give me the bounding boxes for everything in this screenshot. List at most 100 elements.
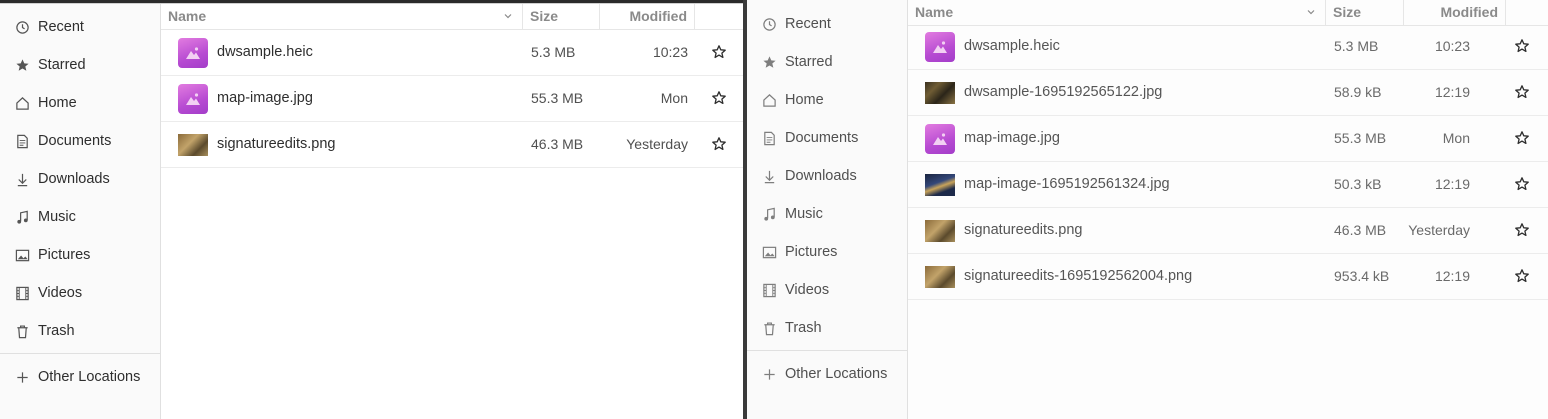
plus-icon bbox=[761, 366, 777, 382]
star-outline-icon[interactable] bbox=[1514, 130, 1530, 146]
star-outline-icon[interactable] bbox=[711, 136, 727, 152]
sidebar-item-label: Pictures bbox=[785, 244, 838, 260]
sidebar-item-home[interactable]: Home bbox=[0, 88, 160, 118]
download-icon bbox=[761, 168, 777, 184]
sidebar-item-label: Documents bbox=[38, 133, 112, 149]
sidebar-item-trash[interactable]: Trash bbox=[747, 313, 907, 343]
sidebar-item-label: Downloads bbox=[785, 168, 857, 184]
sidebar-item-label: Downloads bbox=[38, 171, 110, 187]
star-outline-icon[interactable] bbox=[1514, 222, 1530, 238]
star-outline-icon[interactable] bbox=[711, 44, 727, 60]
sidebar-item-music[interactable]: Music bbox=[747, 199, 907, 229]
sidebar-item-starred[interactable]: Starred bbox=[747, 47, 907, 77]
star-outline-icon[interactable] bbox=[1514, 176, 1530, 192]
star-outline-icon[interactable] bbox=[711, 90, 727, 106]
sidebar-item-label: Videos bbox=[38, 285, 83, 301]
column-size-header[interactable]: Size bbox=[523, 4, 600, 30]
home-icon bbox=[761, 92, 777, 108]
column-modified-header[interactable]: Modified bbox=[600, 4, 695, 30]
file-row[interactable]: signatureedits.png 46.3 MB Yesterday bbox=[908, 208, 1548, 254]
sidebar-item-other-locations[interactable]: Other Locations bbox=[0, 362, 160, 392]
image-thumbnail bbox=[925, 220, 955, 242]
picture-icon bbox=[761, 244, 777, 260]
sidebar: Recent Starred Home Documents Downloads … bbox=[0, 4, 161, 419]
file-name: map-image.jpg bbox=[217, 90, 313, 106]
download-icon bbox=[14, 171, 30, 187]
sidebar-item-documents[interactable]: Documents bbox=[747, 123, 907, 153]
file-row[interactable]: dwsample-1695192565122.jpg 58.9 kB 12:19 bbox=[908, 70, 1548, 116]
sidebar-item-other-locations[interactable]: Other Locations bbox=[747, 359, 907, 389]
star-filled-icon bbox=[761, 54, 777, 70]
sidebar-item-videos[interactable]: Videos bbox=[0, 278, 160, 308]
column-size-label: Size bbox=[530, 8, 559, 24]
file-size: 55.3 MB bbox=[531, 90, 584, 106]
column-modified-label: Modified bbox=[629, 8, 687, 24]
trash-icon bbox=[14, 323, 30, 339]
sidebar-item-pictures[interactable]: Pictures bbox=[0, 240, 160, 270]
file-list: Name Size Modified dwsample.heic 5.3 MB 10… bbox=[908, 0, 1548, 419]
trash-icon bbox=[761, 320, 777, 336]
sidebar-item-label: Recent bbox=[785, 16, 831, 32]
column-size-label: Size bbox=[1333, 4, 1362, 20]
sidebar-item-label: Other Locations bbox=[785, 366, 888, 382]
sidebar-item-trash[interactable]: Trash bbox=[0, 316, 160, 346]
file-manager-window-right: Recent Starred Home Documents Downloads … bbox=[747, 0, 1548, 419]
sidebar-item-recent[interactable]: Recent bbox=[0, 12, 160, 42]
image-file-icon bbox=[178, 38, 208, 68]
column-modified-header[interactable]: Modified bbox=[1404, 0, 1506, 26]
file-name: dwsample-1695192565122.jpg bbox=[964, 84, 1163, 100]
image-thumbnail bbox=[925, 82, 955, 104]
sidebar-item-label: Home bbox=[785, 92, 824, 108]
file-row[interactable]: signatureedits.png 46.3 MB Yesterday bbox=[161, 122, 743, 168]
sidebar-item-label: Trash bbox=[785, 320, 822, 336]
column-name-label: Name bbox=[168, 8, 207, 24]
document-icon bbox=[761, 130, 777, 146]
sidebar-item-label: Home bbox=[38, 95, 77, 111]
column-name-header[interactable]: Name bbox=[908, 0, 1326, 26]
sidebar-separator bbox=[0, 353, 160, 354]
file-row[interactable]: dwsample.heic 5.3 MB 10:23 bbox=[161, 30, 743, 76]
sidebar-item-downloads[interactable]: Downloads bbox=[747, 161, 907, 191]
file-size: 46.3 MB bbox=[1334, 222, 1387, 238]
file-size: 46.3 MB bbox=[531, 136, 584, 152]
column-size-header[interactable]: Size bbox=[1326, 0, 1404, 26]
music-icon bbox=[14, 209, 30, 225]
file-row[interactable]: signatureedits-1695192562004.png 953.4 kB… bbox=[908, 254, 1548, 300]
sidebar-item-starred[interactable]: Starred bbox=[0, 50, 160, 80]
document-icon bbox=[14, 133, 30, 149]
sidebar-item-recent[interactable]: Recent bbox=[747, 9, 907, 39]
sidebar-item-label: Starred bbox=[785, 54, 833, 70]
file-size: 953.4 kB bbox=[1334, 268, 1390, 284]
file-name: dwsample.heic bbox=[217, 44, 313, 60]
file-name: dwsample.heic bbox=[964, 38, 1060, 54]
star-outline-icon[interactable] bbox=[1514, 84, 1530, 100]
file-row[interactable]: dwsample.heic 5.3 MB 10:23 bbox=[908, 24, 1548, 70]
picture-icon bbox=[14, 247, 30, 263]
file-row[interactable]: map-image.jpg 55.3 MB Mon bbox=[908, 116, 1548, 162]
file-size: 55.3 MB bbox=[1334, 130, 1387, 146]
star-outline-icon[interactable] bbox=[1514, 268, 1530, 284]
file-list: Name Size Modified dwsample.heic 5.3 MB 10… bbox=[161, 4, 743, 419]
sidebar-item-label: Music bbox=[785, 206, 823, 222]
video-icon bbox=[14, 285, 30, 301]
file-manager-window-left: Recent Starred Home Documents Downloads … bbox=[0, 3, 743, 419]
sidebar-item-videos[interactable]: Videos bbox=[747, 275, 907, 305]
sidebar-item-label: Pictures bbox=[38, 247, 91, 263]
file-name: map-image-1695192561324.jpg bbox=[964, 176, 1170, 192]
sidebar-item-home[interactable]: Home bbox=[747, 85, 907, 115]
sidebar-item-downloads[interactable]: Downloads bbox=[0, 164, 160, 194]
video-icon bbox=[761, 282, 777, 298]
sidebar-item-documents[interactable]: Documents bbox=[0, 126, 160, 156]
file-modified: 12:19 bbox=[1434, 84, 1470, 100]
column-name-header[interactable]: Name bbox=[161, 4, 523, 30]
star-outline-icon[interactable] bbox=[1514, 38, 1530, 54]
file-modified: 10:23 bbox=[1434, 38, 1470, 54]
file-modified: Mon bbox=[660, 90, 688, 106]
sidebar-item-pictures[interactable]: Pictures bbox=[747, 237, 907, 267]
file-row[interactable]: map-image-1695192561324.jpg 50.3 kB 12:19 bbox=[908, 162, 1548, 208]
sidebar-item-label: Trash bbox=[38, 323, 75, 339]
chevron-down-icon bbox=[504, 14, 512, 19]
file-row[interactable]: map-image.jpg 55.3 MB Mon bbox=[161, 76, 743, 122]
column-modified-label: Modified bbox=[1440, 4, 1498, 20]
sidebar-item-music[interactable]: Music bbox=[0, 202, 160, 232]
